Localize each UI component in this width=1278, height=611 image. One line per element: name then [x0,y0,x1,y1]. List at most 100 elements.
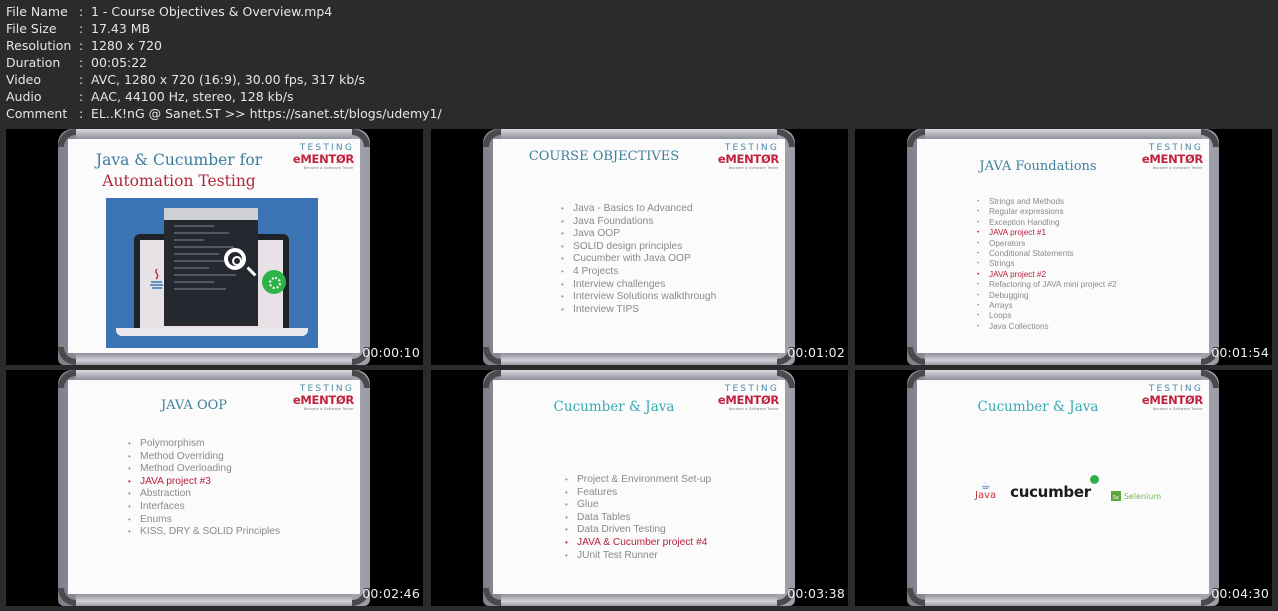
video-thumbnail[interactable]: TESTING eMENTØR Become a Software Tester… [855,370,1272,606]
info-key: File Size [6,21,57,36]
slide-title: Cucumber & Java [977,399,1099,415]
info-separator: : [79,38,84,53]
gear-icon [224,248,246,270]
slide-title: COURSE OBJECTIVES [528,149,680,164]
video-thumbnail[interactable]: TESTING eMENTØR Become a Software Tester… [6,370,423,606]
video-thumbnail[interactable]: TESTING eMENTØR Become a Software Tester… [855,129,1272,365]
timestamp: 00:01:02 [787,345,845,360]
file-info-row: Comment: EL..K!nG @ Sanet.ST >> https://s… [6,105,442,122]
slide: TESTING eMENTØR Become a Software Tester… [917,139,1209,353]
technology-logos: ☕ Java cucumber Se Selenium [975,475,1162,501]
bullet-list: Java - Basics to AdvancedJava Foundation… [561,203,716,316]
timestamp: 00:03:38 [787,586,845,601]
whiteboard-frame: TESTING eMENTØR Become a Software Tester… [58,370,370,606]
info-separator: : [79,21,84,36]
bullet-item: Java Collections [977,322,1117,333]
info-key: Resolution [6,38,72,53]
bullet-item: Data Driven Testing [565,524,711,537]
bullet-item: JAVA project #3 [128,476,280,489]
bullet-item: Operators [977,239,1117,250]
bullet-item: Project & Environment Set-up [565,474,711,487]
info-key: Comment [6,106,68,121]
whiteboard-frame: TESTING eMENTØR Become a Software Tester… [907,129,1219,365]
bullet-item: Interview Solutions walkthrough [561,291,716,304]
timestamp: 00:01:54 [1211,345,1269,360]
bullet-item: JAVA project #1 [977,228,1117,239]
file-info-panel: File Name:1 - Course Objectives & Overvi… [6,3,442,122]
bullet-item: SOLID design principles [561,241,716,254]
cucumber-icon [1089,475,1099,484]
bullet-item: Cucumber with Java OOP [561,253,716,266]
bullet-item: JAVA project #2 [977,270,1117,281]
slide-title: JAVA Foundations [979,159,1097,174]
cucumber-logo: cucumber [1010,475,1099,501]
video-thumbnail[interactable]: TESTING eMENTØR Become a Software Tester… [6,129,423,365]
info-value-comment: EL..K!nG @ Sanet.ST >> https://sanet.st/… [91,106,442,121]
bullet-item: 4 Projects [561,266,716,279]
selenium-logo: Se Selenium [1110,491,1162,501]
info-key: Audio [6,89,42,104]
java-logo: ☕ Java [975,479,997,501]
info-separator: : [79,106,84,121]
bullet-item: Enums [128,514,280,527]
whiteboard-frame: TESTING eMENTØR Become a Software Tester… [483,129,795,365]
file-info-row: File Size:17.43 MB [6,20,442,37]
file-info-row: File Name:1 - Course Objectives & Overvi… [6,3,442,20]
whiteboard-frame: TESTING eMENTØR Become a Software Tester… [58,129,370,365]
slide-title: JAVA OOP [160,398,228,413]
testing-ementor-logo: TESTING eMENTØR Become a Software Tester [717,143,779,170]
selenium-icon: Se [1110,491,1121,501]
bullet-item: KISS, DRY & SOLID Principles [128,526,280,539]
bullet-item: Polymorphism [128,438,280,451]
info-value-video: AVC, 1280 x 720 (16:9), 30.00 fps, 317 k… [91,72,366,87]
file-info-row: Resolution:1280 x 720 [6,37,442,54]
slide-title: Cucumber & Java [553,399,675,415]
info-value-resolution: 1280 x 720 [91,38,163,53]
bullet-item: Glue [565,499,711,512]
info-key: Video [6,72,42,87]
info-separator: : [79,4,84,19]
slide: TESTING eMENTØR Become a Software Tester… [493,380,785,594]
slide-title: Java & Cucumber for [95,151,263,169]
info-value-audio: AAC, 44100 Hz, stereo, 128 kb/s [91,89,294,104]
info-separator: : [79,89,84,104]
bullet-item: Refactoring of JAVA mini project #2 [977,280,1117,291]
info-separator: : [79,55,84,70]
bullet-item: Java OOP [561,228,716,241]
bullet-item: JAVA & Cucumber project #4 [565,537,711,550]
slide: TESTING eMENTØR Become a Software Tester… [68,139,360,353]
file-info-row: Video: AVC, 1280 x 720 (16:9), 30.00 fps,… [6,71,442,88]
timestamp: 00:04:30 [1211,586,1269,601]
bullet-item: Conditional Statements [977,249,1117,260]
bullet-list: Project & Environment Set-upFeaturesGlue… [565,474,711,562]
bullet-item: Java - Basics to Advanced [561,203,716,216]
bullet-item: Abstraction [128,488,280,501]
bullet-item: Loops [977,311,1117,322]
bullet-list: PolymorphismMethod OverridingMethod Over… [128,438,280,539]
timestamp: 00:02:46 [362,586,420,601]
bullet-item: JUnit Test Runner [565,550,711,563]
testing-ementor-logo: TESTING eMENTØR Become a Software Tester [292,143,354,170]
laptop-illustration [106,198,318,348]
bullet-item: Interview TIPS [561,304,716,317]
bullet-item: Strings [977,259,1117,270]
slide: TESTING eMENTØR Become a Software Tester… [68,380,360,594]
cucumber-logo-icon [262,270,286,294]
bullet-item: Debugging [977,291,1117,302]
bullet-item: Data Tables [565,512,711,525]
info-separator: : [79,72,84,87]
info-value-duration: 00:05:22 [91,55,148,70]
bullet-item: Regular expressions [977,207,1117,218]
bullet-list: Strings and MethodsRegular expressionsEx… [977,197,1117,333]
video-thumbnail[interactable]: TESTING eMENTØR Become a Software Tester… [431,129,848,365]
file-info-row: Audio: AAC, 44100 Hz, stereo, 128 kb/s [6,88,442,105]
info-value-file-size: 17.43 MB [91,21,151,36]
code-editor-icon [164,208,258,326]
video-thumbnail[interactable]: TESTING eMENTØR Become a Software Tester… [431,370,848,606]
info-key: Duration [6,55,61,70]
bullet-item: Arrays [977,301,1117,312]
timestamp: 00:00:10 [362,345,420,360]
slide: TESTING eMENTØR Become a Software Tester… [917,380,1209,594]
bullet-item: Interfaces [128,501,280,514]
bullet-item: Method Overloading [128,463,280,476]
